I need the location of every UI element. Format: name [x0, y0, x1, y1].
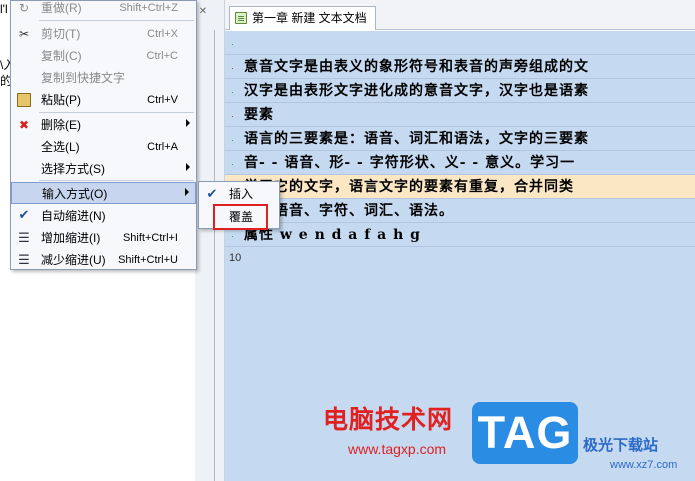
- indent-icon: [17, 231, 31, 245]
- menu-item-shortcut: Ctrl+V: [147, 94, 178, 106]
- menu-item-shortcut: Shift+Ctrl+I: [122, 232, 178, 244]
- line-text: 要素: [244, 107, 274, 123]
- editor-line-current[interactable]: · 学习它的文字，语言文字的要素有重复，合并同类: [225, 175, 695, 199]
- document-icon: [235, 12, 247, 24]
- editor-line[interactable]: · 素：语音、字符、词汇、语法。: [225, 199, 695, 223]
- editor-line[interactable]: 10: [225, 247, 695, 271]
- editor-line[interactable]: · 属性 w e n d a f a h g: [225, 223, 695, 247]
- menu-item-auto-indent[interactable]: ✔ 自动缩进(N): [11, 205, 196, 227]
- tab-document[interactable]: 第一章 新建 文本文档: [229, 6, 376, 30]
- panel-divider: [214, 30, 215, 481]
- line-text: 汉字是由表形文字进化成的意音文字，汉字也是语素: [244, 83, 589, 99]
- editor-line[interactable]: · 意音文字是由表义的象形符号和表音的声旁组成的文: [225, 55, 695, 79]
- menu-item-label: 剪切(T): [41, 27, 81, 41]
- menu-item-increase-indent[interactable]: 增加缩进(I) Shift+Ctrl+I: [11, 227, 196, 249]
- check-icon: ✔: [18, 207, 30, 222]
- panel-gutter: [195, 0, 225, 481]
- menu-item-paste[interactable]: 粘贴(P) Ctrl+V: [11, 89, 196, 111]
- close-icon[interactable]: ✕: [197, 6, 209, 18]
- line-text: 语言的三要素是：语音、词汇和语法，文字的三要素: [244, 131, 589, 147]
- line-marker: ·: [231, 135, 234, 145]
- outdent-icon: [17, 253, 31, 267]
- document-tab-bar: 第一章 新建 文本文档: [225, 0, 695, 30]
- submenu-item-label: 插入: [229, 187, 254, 201]
- menu-item-select-all[interactable]: 全选(L) Ctrl+A: [11, 136, 196, 158]
- paste-icon: [17, 93, 31, 107]
- line-text: 音- - 语音、形- - 字符形状、义- - 意义。学习一: [244, 155, 576, 171]
- watermark-text: 电脑技术网: [323, 406, 454, 434]
- editor-line[interactable]: ·: [225, 31, 695, 55]
- redo-icon: [17, 1, 31, 15]
- menu-item-shortcut: Ctrl+C: [146, 50, 178, 62]
- menu-item-copy-to-quick-text[interactable]: 复制到快捷文字: [11, 67, 196, 89]
- menu-item-cut[interactable]: 剪切(T) Ctrl+X: [11, 23, 196, 45]
- line-marker: ·: [231, 87, 234, 97]
- watermark-site-url: www.xz7.com: [610, 459, 678, 471]
- delete-icon: ✖: [18, 118, 30, 132]
- context-menu: 重做(R) Shift+Ctrl+Z 剪切(T) Ctrl+X 复制(C) Ct…: [10, 0, 197, 270]
- submenu-arrow-icon: [186, 119, 190, 127]
- menu-item-input-mode[interactable]: 输入方式(O): [11, 182, 196, 204]
- menu-item-shortcut: Shift+Ctrl+Z: [119, 2, 178, 14]
- menu-item-label: 删除(E): [41, 118, 81, 132]
- menu-item-label: 全选(L): [41, 140, 80, 154]
- background-text-fragment: l'l: [0, 2, 8, 16]
- menu-item-selection-mode[interactable]: 选择方式(S): [11, 158, 196, 180]
- menu-separator: [39, 112, 194, 113]
- line-number: 10: [229, 252, 242, 264]
- menu-item-decrease-indent[interactable]: 减少缩进(U) Shift+Ctrl+U: [11, 249, 196, 271]
- menu-item-shortcut: Shift+Ctrl+U: [118, 254, 178, 266]
- menu-item-copy[interactable]: 复制(C) Ctrl+C: [11, 45, 196, 67]
- line-text: 学习它的文字，语言文字的要素有重复，合并同类: [244, 179, 574, 195]
- watermark-url: www.tagxp.com: [348, 441, 447, 457]
- menu-separator: [39, 180, 194, 181]
- watermark-tag-logo: TAG: [472, 402, 578, 464]
- menu-item-label: 自动缩进(N): [41, 209, 106, 223]
- line-marker: ·: [231, 39, 234, 49]
- menu-item-label: 选择方式(S): [41, 162, 105, 176]
- menu-item-shortcut: Ctrl+A: [147, 141, 178, 153]
- editor-line[interactable]: · 汉字是由表形文字进化成的意音文字，汉字也是语素: [225, 79, 695, 103]
- line-text: 意音文字是由表义的象形符号和表音的声旁组成的文: [244, 59, 589, 75]
- editor-line[interactable]: · 语言的三要素是：语音、词汇和语法，文字的三要素: [225, 127, 695, 151]
- menu-item-label: 复制(C): [41, 49, 82, 63]
- menu-item-redo[interactable]: 重做(R) Shift+Ctrl+Z: [11, 0, 196, 19]
- menu-item-label: 粘贴(P): [41, 93, 81, 107]
- submenu-item-insert[interactable]: ✔ 插入: [199, 183, 279, 205]
- submenu-arrow-icon: [186, 163, 190, 171]
- menu-separator: [39, 20, 194, 21]
- highlight-box: [213, 204, 268, 230]
- check-icon: ✔: [206, 186, 218, 201]
- editor-line[interactable]: · 音- - 语音、形- - 字符形状、义- - 意义。学习一: [225, 151, 695, 175]
- watermark-site-name: 极光下载站: [583, 437, 659, 454]
- editor-line[interactable]: · 要素: [225, 103, 695, 127]
- line-marker: ·: [231, 63, 234, 73]
- menu-item-label: 减少缩进(U): [41, 253, 106, 267]
- line-marker: ·: [231, 159, 234, 169]
- menu-item-delete[interactable]: ✖ 删除(E): [11, 114, 196, 136]
- line-marker: ·: [231, 111, 234, 121]
- text-editor[interactable]: · · 意音文字是由表义的象形符号和表音的声旁组成的文 · 汉字是由表形文字进化…: [225, 31, 695, 481]
- menu-item-shortcut: Ctrl+X: [147, 28, 178, 40]
- scissors-icon: [17, 27, 31, 41]
- menu-item-label: 增加缩进(I): [41, 231, 101, 245]
- menu-item-label: 复制到快捷文字: [41, 71, 126, 85]
- tab-label: 第一章 新建 文本文档: [252, 11, 367, 25]
- menu-item-label: 重做(R): [41, 1, 82, 15]
- submenu-arrow-icon: [185, 188, 189, 196]
- menu-item-label: 输入方式(O): [42, 187, 108, 201]
- line-marker: ·: [231, 231, 234, 241]
